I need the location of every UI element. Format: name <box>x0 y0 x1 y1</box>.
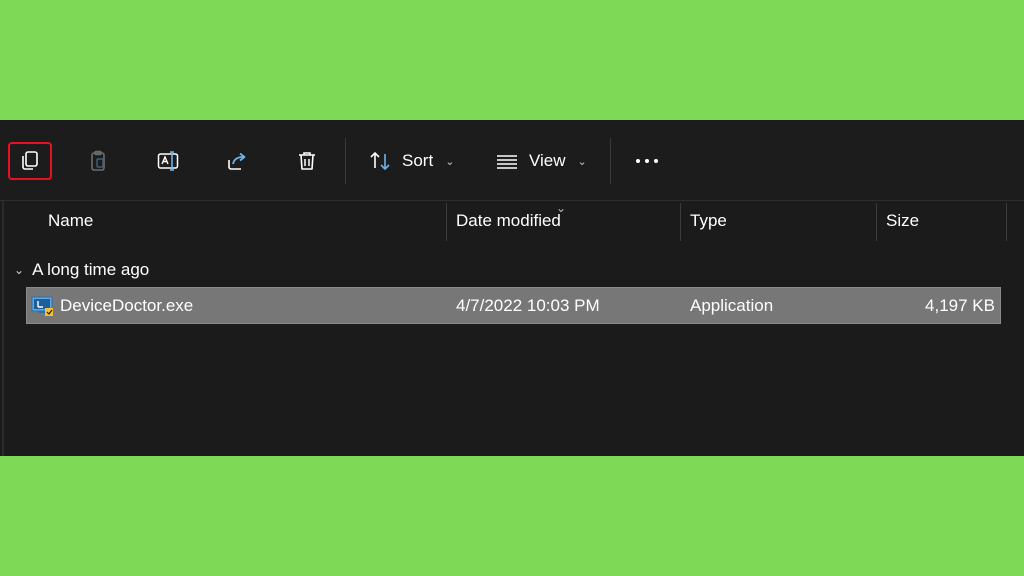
group-label: A long time ago <box>32 260 150 279</box>
column-resize-handle[interactable] <box>680 203 681 241</box>
view-button[interactable]: View ⌄ <box>495 142 587 180</box>
rename-icon <box>157 151 179 171</box>
chevron-down-icon[interactable]: ⌄ <box>14 263 24 277</box>
file-date-modified: 4/7/2022 10:03 PM <box>456 288 600 323</box>
share-button[interactable] <box>215 142 259 180</box>
column-header-date-label: Date modified <box>456 211 561 230</box>
column-header-type[interactable]: Type <box>690 201 727 241</box>
column-header-size[interactable]: Size <box>886 201 919 241</box>
sort-button[interactable]: Sort ⌄ <box>368 142 454 180</box>
more-icon <box>636 159 640 163</box>
command-bar: Sort ⌄ View ⌄ <box>0 120 1024 200</box>
toolbar-separator <box>345 138 346 184</box>
file-type: Application <box>690 288 773 323</box>
sort-label: Sort <box>402 151 434 170</box>
group-header[interactable]: ⌄ A long time ago <box>14 256 149 284</box>
share-icon <box>228 152 246 170</box>
column-resize-handle[interactable] <box>1006 203 1007 241</box>
paste-button[interactable] <box>76 142 120 180</box>
view-label: View <box>529 151 566 170</box>
delete-button[interactable] <box>285 142 329 180</box>
column-header-size-label: Size <box>886 211 920 230</box>
file-explorer-window: Sort ⌄ View ⌄ Name ⌄ Date modified Type <box>0 120 1024 456</box>
copy-icon <box>22 151 38 170</box>
more-icon-dot <box>654 159 658 163</box>
trash-icon <box>299 152 315 170</box>
application-icon <box>31 296 53 316</box>
column-header-name-label: Name <box>48 211 94 230</box>
column-resize-handle[interactable] <box>876 203 877 241</box>
file-type-text: Application <box>690 295 774 315</box>
sort-icon <box>370 152 390 170</box>
file-row[interactable]: DeviceDoctor.exe 4/7/2022 10:03 PM Appli… <box>26 287 1001 324</box>
file-size: 4,197 KB <box>925 288 995 323</box>
more-icon-dot <box>645 159 649 163</box>
file-size-text: 4,197 KB <box>925 295 995 315</box>
file-date-text: 4/7/2022 10:03 PM <box>456 295 600 315</box>
column-header-type-label: Type <box>690 211 727 230</box>
clipboard-icon <box>91 150 105 171</box>
chevron-down-icon: ⌄ <box>445 155 455 168</box>
more-options-button[interactable] <box>632 148 662 174</box>
column-header-date-modified[interactable]: Date modified <box>456 201 561 241</box>
column-header-name[interactable]: Name <box>48 201 93 241</box>
file-name-text: DeviceDoctor.exe <box>60 295 194 315</box>
file-name: DeviceDoctor.exe <box>60 288 193 323</box>
column-header-row: Name ⌄ Date modified Type Size <box>0 200 1024 241</box>
chevron-down-icon: ⌄ <box>577 155 587 168</box>
rename-button[interactable] <box>146 142 190 180</box>
toolbar-separator <box>610 138 611 184</box>
view-icon <box>497 155 517 169</box>
copy-button[interactable] <box>8 142 52 180</box>
column-resize-handle[interactable] <box>446 203 447 241</box>
